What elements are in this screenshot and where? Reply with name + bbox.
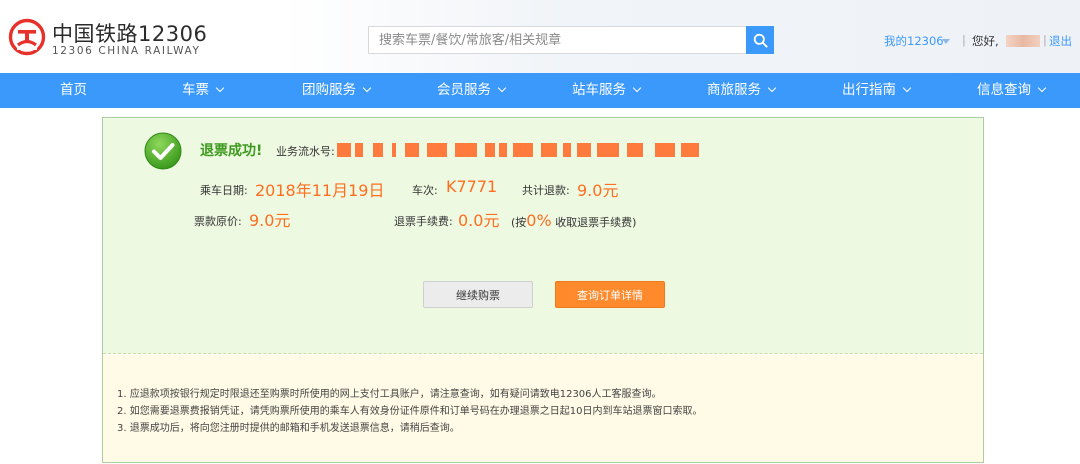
total-refund-label: 共计退款: [522,184,570,197]
refund-result-panel: 退票成功! 业务流水号: 乘车日期: 2018年11月19日 车次: K7771… [102,117,984,463]
nav-item-label: 站车服务 [572,82,626,98]
original-price-label: 票款原价: [194,215,242,228]
train-label: 车次: [412,184,438,197]
query-order-details-button[interactable]: 查询订单详情 [555,281,665,308]
chevron-down-icon [767,83,777,93]
fee-rate-value: 0% [526,211,552,230]
search-button[interactable] [746,26,774,54]
nav-item-travel-guide[interactable]: 出行指南 [842,73,912,108]
note-item: 3. 退票成功后，将向您注册时提供的邮箱和手机发送退票信息，请稍后查询。 [117,423,460,434]
nav-item-label: 首页 [60,82,87,98]
nav-item-label: 团购服务 [302,82,356,98]
nav-item-label: 车票 [182,82,209,98]
greeting-text: 您好, [972,34,999,48]
chevron-down-icon [902,83,912,93]
note-item: 1. 应退款项按银行规定时限退还至购票时所使用的网上支付工具账户，请注意查询，如… [117,389,662,400]
refund-notes: 1. 应退款项按银行规定时限退还至购票时所使用的网上支付工具账户，请注意查询，如… [117,386,977,437]
original-price-value: 9.0元 [249,211,291,230]
nav-item-tickets[interactable]: 车票 [182,73,225,108]
nav-item-label: 会员服务 [437,82,491,98]
main-nav: 首页 车票 团购服务 会员服务 站车服务 商旅服务 出行指南 信息查询 [0,73,1080,108]
logo-title[interactable]: 中国铁路12306 [52,18,207,48]
chevron-down-icon [497,83,507,93]
serial-number-label: 业务流水号: [276,145,335,158]
nav-item-info-query[interactable]: 信息查询 [977,73,1047,108]
chevron-down-icon [632,83,642,93]
fee-rate-hint: (按0% 收取退票手续费) [511,211,636,230]
travel-date-value: 2018年11月19日 [255,181,385,200]
search-icon [753,33,768,48]
search-input[interactable] [368,26,746,54]
nav-item-label: 出行指南 [842,82,896,98]
nav-item-label: 商旅服务 [707,82,761,98]
logout-link[interactable]: 退出 [1049,33,1072,49]
note-item: 2. 如您需要退票费报销凭证，请凭购票所使用的乘车人有效身份证件原件和订单号码在… [117,406,703,417]
train-number-value: K7771 [446,177,498,196]
nav-item-home[interactable]: 首页 [60,73,87,108]
continue-purchase-button[interactable]: 继续购票 [423,281,533,308]
success-check-icon [144,132,182,170]
username-redacted [1006,35,1040,47]
nav-item-label: 信息查询 [977,82,1031,98]
nav-item-station-service[interactable]: 站车服务 [572,73,642,108]
chevron-down-icon [362,83,372,93]
site-header: 中国铁路12306 12306 CHINA RAILWAY 我的12306 | … [0,0,1080,73]
logo-subtitle: 12306 CHINA RAILWAY [52,45,201,57]
my12306-link[interactable]: 我的12306 [884,33,944,49]
refund-fee-label: 退票手续费: [394,215,453,228]
fee-rate-suffix: 收取退票手续费) [555,216,637,229]
nav-item-business-travel[interactable]: 商旅服务 [707,73,777,108]
travel-date-label: 乘车日期: [200,184,248,197]
caret-down-icon[interactable] [942,39,950,44]
fee-rate-prefix: (按 [511,216,527,229]
refund-notes-section: 1. 应退款项按银行规定时限退还至购票时所使用的网上支付工具账户，请注意查询，如… [103,355,983,462]
refund-fee-value: 0.0元 [458,211,500,230]
chevron-down-icon [1037,83,1047,93]
chevron-down-icon [215,83,225,93]
railway-logo-icon[interactable] [8,18,46,56]
nav-item-group-service[interactable]: 团购服务 [302,73,372,108]
result-summary: 退票成功! 业务流水号: 乘车日期: 2018年11月19日 车次: K7771… [103,118,983,354]
separator: | [1043,33,1047,47]
separator: | [962,33,966,47]
total-refund-value: 9.0元 [577,181,619,200]
nav-item-member-service[interactable]: 会员服务 [437,73,507,108]
refund-success-title: 退票成功! [200,143,263,159]
